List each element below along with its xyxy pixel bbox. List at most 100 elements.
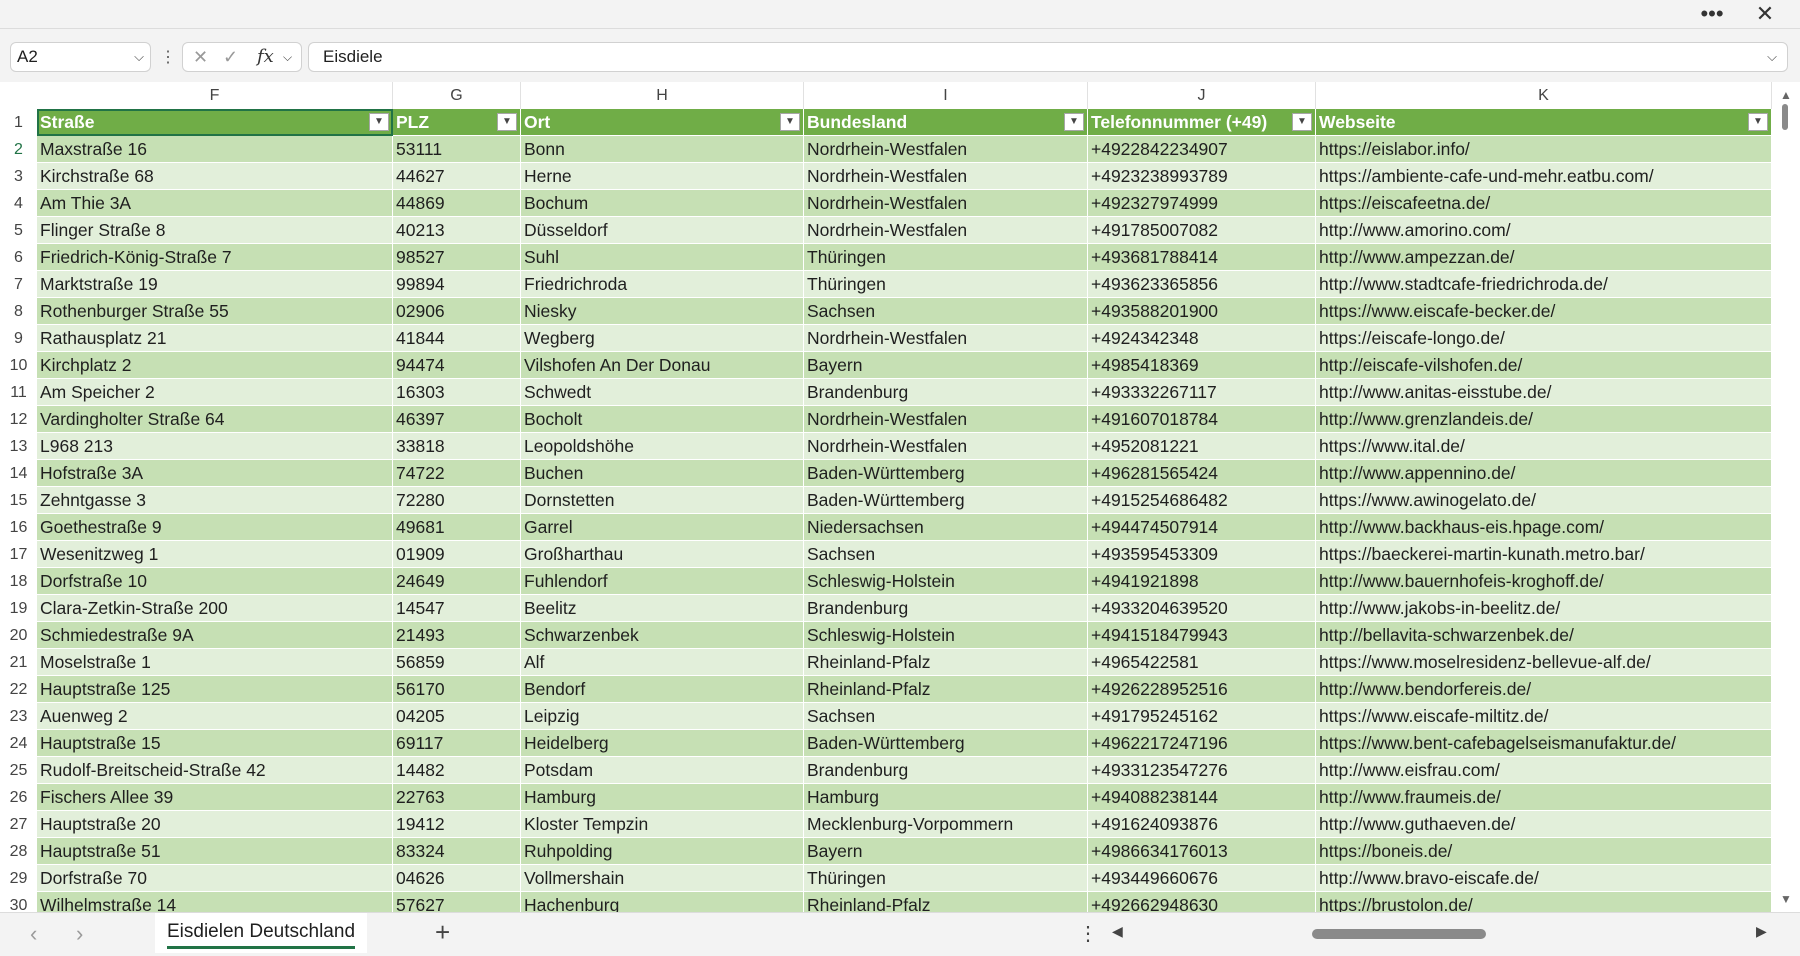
row-number[interactable]: 14 — [0, 460, 37, 487]
table-cell[interactable]: +4933123547276 — [1088, 757, 1316, 784]
table-cell[interactable]: Rudolf-Breitscheid-Straße 42 — [37, 757, 393, 784]
table-cell[interactable]: 57627 — [393, 892, 521, 912]
table-cell[interactable]: +4922842234907 — [1088, 136, 1316, 163]
table-cell[interactable]: +4923238993789 — [1088, 163, 1316, 190]
table-cell[interactable]: Vilshofen An Der Donau — [521, 352, 804, 379]
table-cell[interactable]: Sachsen — [804, 703, 1088, 730]
table-cell[interactable]: http://www.jakobs-in-beelitz.de/ — [1316, 595, 1772, 622]
row-number[interactable]: 5 — [0, 217, 37, 244]
column-header-h[interactable]: H — [521, 82, 804, 109]
table-cell[interactable]: 14547 — [393, 595, 521, 622]
table-cell[interactable]: Friedrichroda — [521, 271, 804, 298]
table-cell[interactable]: https://www.moselresidenz-bellevue-alf.d… — [1316, 649, 1772, 676]
table-cell[interactable]: Am Thie 3A — [37, 190, 393, 217]
table-cell[interactable]: Buchen — [521, 460, 804, 487]
row-number[interactable]: 24 — [0, 730, 37, 757]
table-cell[interactable]: 49681 — [393, 514, 521, 541]
table-cell[interactable]: Auenweg 2 — [37, 703, 393, 730]
table-cell[interactable]: Hofstraße 3A — [37, 460, 393, 487]
table-cell[interactable]: Hachenburg — [521, 892, 804, 912]
table-cell[interactable]: +4962217247196 — [1088, 730, 1316, 757]
table-cell[interactable]: 33818 — [393, 433, 521, 460]
table-cell[interactable]: Dornstetten — [521, 487, 804, 514]
table-cell[interactable]: +492662948630 — [1088, 892, 1316, 912]
table-cell[interactable]: +491624093876 — [1088, 811, 1316, 838]
table-cell[interactable]: +493623365856 — [1088, 271, 1316, 298]
table-cell[interactable]: Nordrhein-Westfalen — [804, 406, 1088, 433]
table-cell[interactable]: Hauptstraße 15 — [37, 730, 393, 757]
table-cell[interactable]: +493681788414 — [1088, 244, 1316, 271]
table-cell[interactable]: Bonn — [521, 136, 804, 163]
table-cell[interactable]: Bendorf — [521, 676, 804, 703]
table-cell[interactable]: Wesenitzweg 1 — [37, 541, 393, 568]
table-cell[interactable]: Bocholt — [521, 406, 804, 433]
row-number[interactable]: 15 — [0, 487, 37, 514]
table-cell[interactable]: Herne — [521, 163, 804, 190]
table-cell[interactable]: +4965422581 — [1088, 649, 1316, 676]
scroll-up-icon[interactable]: ▲ — [1780, 88, 1792, 102]
filter-dropdown-icon[interactable]: ▼ — [1748, 113, 1768, 131]
row-number[interactable]: 17 — [0, 541, 37, 568]
row-number[interactable]: 23 — [0, 703, 37, 730]
table-cell[interactable]: 44869 — [393, 190, 521, 217]
table-cell[interactable]: Thüringen — [804, 865, 1088, 892]
table-cell[interactable]: Rheinland-Pfalz — [804, 649, 1088, 676]
table-cell[interactable]: http://www.appennino.de/ — [1316, 460, 1772, 487]
table-cell[interactable]: http://www.eisfrau.com/ — [1316, 757, 1772, 784]
table-cell[interactable]: +4941921898 — [1088, 568, 1316, 595]
header-cell[interactable]: Bundesland ▼ — [804, 109, 1088, 136]
chevron-down-icon[interactable]: ⌵ — [134, 43, 144, 71]
table-cell[interactable]: Goethestraße 9 — [37, 514, 393, 541]
table-cell[interactable]: Rheinland-Pfalz — [804, 676, 1088, 703]
table-cell[interactable]: Hamburg — [521, 784, 804, 811]
table-cell[interactable]: Schwarzenbek — [521, 622, 804, 649]
table-cell[interactable]: Garrel — [521, 514, 804, 541]
table-cell[interactable]: Moselstraße 1 — [37, 649, 393, 676]
row-number[interactable]: 13 — [0, 433, 37, 460]
table-cell[interactable]: Nordrhein-Westfalen — [804, 136, 1088, 163]
table-cell[interactable]: +493595453309 — [1088, 541, 1316, 568]
table-cell[interactable]: http://www.ampezzan.de/ — [1316, 244, 1772, 271]
table-cell[interactable]: Vollmershain — [521, 865, 804, 892]
row-number[interactable]: 16 — [0, 514, 37, 541]
table-cell[interactable]: Hauptstraße 20 — [37, 811, 393, 838]
table-cell[interactable]: https://baeckerei-martin-kunath.metro.ba… — [1316, 541, 1772, 568]
table-cell[interactable]: Clara-Zetkin-Straße 200 — [37, 595, 393, 622]
table-cell[interactable]: Zehntgasse 3 — [37, 487, 393, 514]
table-cell[interactable]: http://eiscafe-vilshofen.de/ — [1316, 352, 1772, 379]
table-cell[interactable]: Hauptstraße 125 — [37, 676, 393, 703]
table-cell[interactable]: Brandenburg — [804, 757, 1088, 784]
table-cell[interactable]: Sachsen — [804, 298, 1088, 325]
table-cell[interactable]: http://www.fraumeis.de/ — [1316, 784, 1772, 811]
table-cell[interactable]: Friedrich-König-Straße 7 — [37, 244, 393, 271]
table-cell[interactable]: 46397 — [393, 406, 521, 433]
table-cell[interactable]: 04205 — [393, 703, 521, 730]
table-cell[interactable]: Thüringen — [804, 271, 1088, 298]
table-cell[interactable]: Leipzig — [521, 703, 804, 730]
table-cell[interactable]: 19412 — [393, 811, 521, 838]
table-cell[interactable]: 16303 — [393, 379, 521, 406]
table-cell[interactable]: https://brustolon.de/ — [1316, 892, 1772, 912]
table-cell[interactable]: Brandenburg — [804, 379, 1088, 406]
table-cell[interactable]: Flinger Straße 8 — [37, 217, 393, 244]
formula-bar[interactable]: Eisdiele ⌵ — [308, 42, 1788, 72]
header-cell[interactable]: Webseite ▼ — [1316, 109, 1772, 136]
table-cell[interactable]: +4933204639520 — [1088, 595, 1316, 622]
table-cell[interactable]: 21493 — [393, 622, 521, 649]
row-number[interactable]: 30 — [0, 892, 37, 912]
row-number[interactable]: 12 — [0, 406, 37, 433]
ellipsis-icon[interactable]: ••• — [1692, 0, 1732, 28]
more-vertical-icon[interactable]: ⋮ — [1078, 921, 1098, 946]
table-cell[interactable]: https://boneis.de/ — [1316, 838, 1772, 865]
header-cell[interactable]: Straße ▼ — [37, 109, 393, 136]
sheet-tab[interactable]: Eisdielen Deutschland — [155, 913, 368, 953]
table-cell[interactable]: Sachsen — [804, 541, 1088, 568]
table-cell[interactable]: https://www.awinogelato.de/ — [1316, 487, 1772, 514]
table-cell[interactable]: +4985418369 — [1088, 352, 1316, 379]
table-cell[interactable]: Schwedt — [521, 379, 804, 406]
table-cell[interactable]: 53111 — [393, 136, 521, 163]
expand-formula-icon[interactable]: ⌵ — [1767, 43, 1777, 71]
row-number[interactable]: 10 — [0, 352, 37, 379]
add-sheet-icon[interactable]: + — [435, 917, 450, 948]
table-cell[interactable]: 01909 — [393, 541, 521, 568]
